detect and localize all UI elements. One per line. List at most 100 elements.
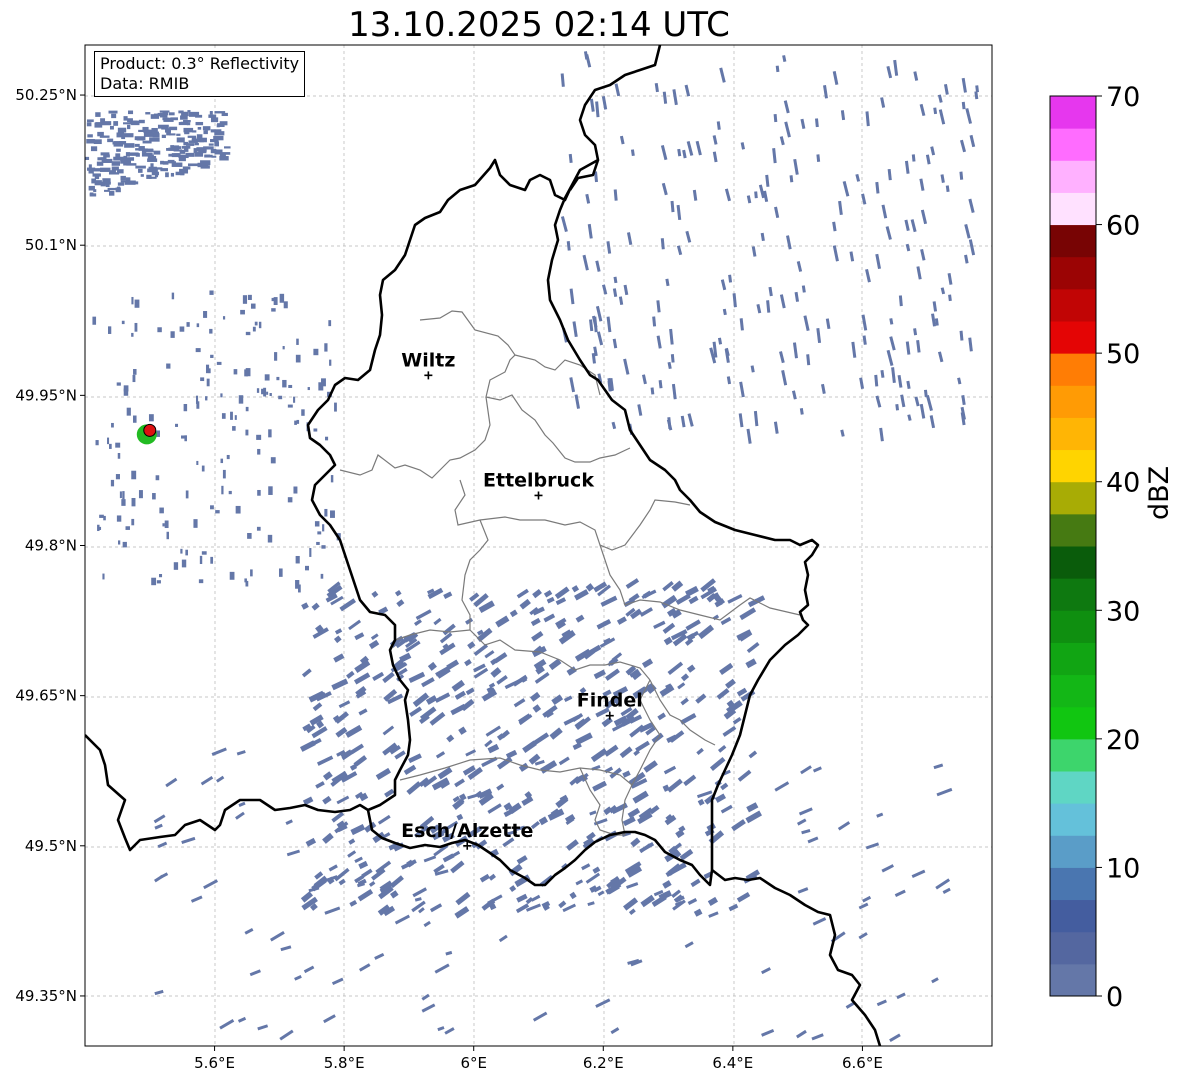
echo-pixel: [201, 551, 207, 555]
echo-pixel: [720, 279, 727, 291]
echo-pixel: [117, 452, 121, 459]
echo-pixel: [451, 679, 465, 692]
echo-pixel: [717, 744, 727, 753]
echo-pixel: [661, 594, 678, 609]
echo-pixel: [124, 180, 134, 184]
echo-pixel: [167, 159, 175, 163]
echo-pixel: [414, 897, 422, 902]
echo-pixel: [558, 900, 567, 909]
echo-pixel: [592, 780, 607, 792]
echo-pixel: [697, 624, 715, 640]
echo-pixel: [896, 992, 906, 1000]
echo-pixel: [170, 145, 174, 149]
echo-pixel: [650, 387, 655, 395]
echo-pixel: [278, 568, 283, 577]
echo-pixel: [301, 602, 309, 610]
echo-pixel: [266, 391, 269, 395]
echo-pixel: [285, 819, 293, 826]
echo-pixel: [214, 111, 226, 114]
echo-pixel: [222, 316, 226, 320]
echo-pixel: [904, 160, 910, 174]
echo-pixel: [565, 839, 579, 851]
echo-pixel: [656, 300, 661, 313]
echo-pixel: [114, 157, 125, 160]
echo-pixel: [913, 328, 918, 336]
echo-pixel: [205, 396, 208, 401]
echo-pixel: [886, 349, 894, 367]
echo-pixel: [667, 661, 684, 676]
echo-pixel: [348, 619, 362, 631]
echo-pixel: [612, 288, 618, 298]
echo-pixel: [192, 130, 197, 133]
radar-site-marker[interactable]: [136, 423, 157, 445]
echo-pixel: [247, 532, 252, 539]
echo-pixel: [707, 896, 718, 906]
echo-pixel: [412, 887, 428, 898]
echo-pixel: [256, 434, 262, 440]
echo-pixel: [880, 97, 886, 108]
echo-pixel: [418, 907, 425, 914]
echo-pixel: [619, 135, 625, 145]
echo-pixel: [325, 436, 329, 441]
echo-pixel: [408, 753, 422, 764]
echo-pixel: [200, 775, 214, 786]
echo-pixel: [321, 545, 326, 549]
colorbar-segment: [1050, 385, 1096, 418]
echo-pixel: [138, 490, 143, 499]
echo-pixel: [637, 404, 643, 416]
echo-pixel: [920, 209, 928, 225]
echo-pixel: [724, 188, 731, 202]
echo-pixel: [625, 578, 640, 589]
echo-pixel: [929, 415, 936, 429]
echo-pixel: [708, 911, 719, 918]
echo-pixel: [221, 485, 224, 495]
echo-pixel: [206, 378, 210, 387]
echo-pixel: [495, 615, 510, 628]
echo-pixel: [443, 591, 453, 599]
echo-pixel: [116, 148, 121, 152]
echo-pixel: [572, 321, 578, 338]
echo-pixel: [331, 977, 344, 986]
echo-pixel: [334, 402, 337, 412]
echo-pixel: [965, 108, 972, 124]
echo-pixel: [538, 816, 549, 826]
echo-pixel: [935, 878, 951, 890]
colorbar-tick-label: 40: [1106, 468, 1140, 499]
echo-pixel: [295, 580, 300, 589]
echo-pixel: [746, 802, 759, 813]
echo-pixel: [811, 1033, 824, 1041]
echo-pixel: [849, 251, 855, 262]
echo-pixel: [940, 174, 945, 183]
echo-pixel: [382, 725, 395, 736]
echo-pixel: [800, 118, 806, 129]
echo-pixel: [154, 989, 164, 996]
echo-pixel: [301, 668, 312, 678]
echo-pixel: [663, 636, 673, 646]
city-markers: Wiltz Ettelbruck Findel Esch/Alzette: [401, 349, 643, 850]
radar-map[interactable]: WiltzEttelbruckFindelEsch/Alzette 5.6°E 5…: [0, 0, 1184, 1081]
echo-pixel: [806, 354, 811, 366]
lon-tick-label: 6.6°E: [842, 1054, 883, 1072]
echo-pixel: [516, 855, 528, 865]
echo-pixel: [746, 195, 752, 204]
echo-pixel: [282, 346, 285, 350]
echo-pixel: [109, 190, 115, 196]
echo-pixel: [92, 316, 97, 325]
echo-pixel: [185, 549, 188, 556]
echo-pixel: [760, 232, 765, 242]
colorbar-segment: [1050, 738, 1096, 772]
echo-pixel: [590, 748, 608, 763]
echo-pixel: [812, 917, 827, 926]
echo-pixel: [589, 810, 597, 816]
echo-pixel: [107, 138, 114, 143]
echo-pixel: [288, 384, 293, 388]
echo-pixel: [296, 338, 299, 345]
echo-pixel: [98, 526, 102, 530]
echo-pixel: [203, 130, 208, 135]
echo-pixel: [193, 519, 198, 528]
echo-pixel: [911, 154, 916, 162]
colorbar-segment: [1050, 963, 1096, 997]
echo-pixel: [931, 977, 939, 984]
echo-pixel: [85, 156, 90, 160]
echo-pixel: [131, 518, 135, 526]
